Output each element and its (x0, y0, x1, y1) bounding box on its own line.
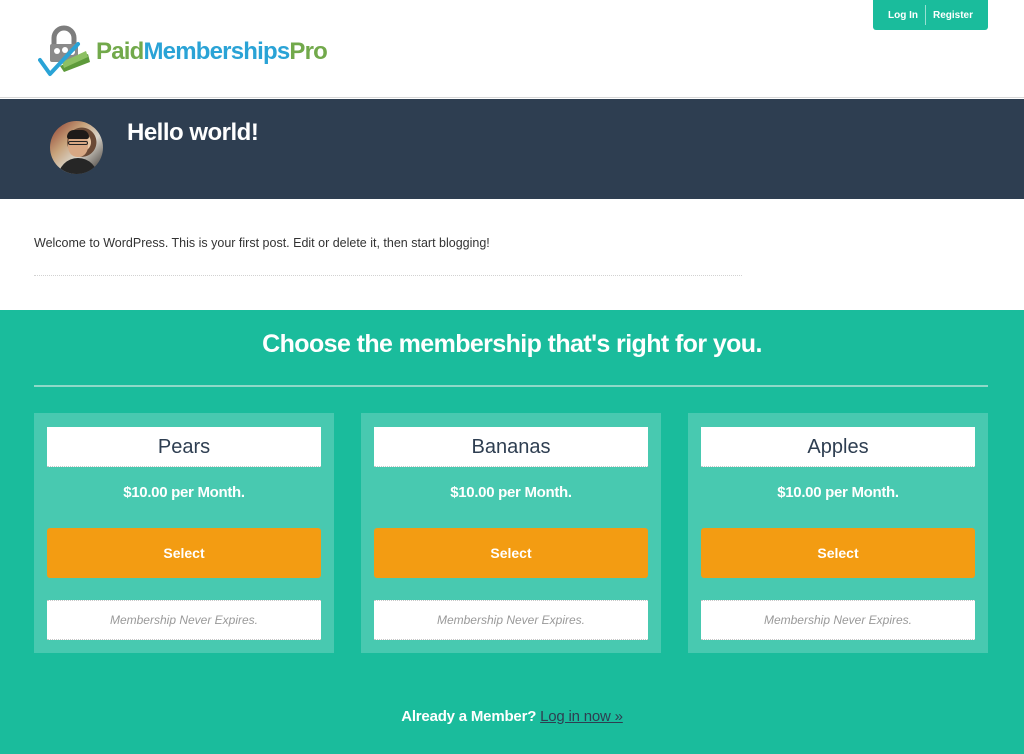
level-card-pears: Pears $10.00 per Month. Select Membershi… (34, 413, 334, 653)
site-header: PaidMembershipsPro Log In Register (0, 0, 1024, 98)
level-name: Bananas (374, 427, 648, 467)
level-price: $10.00 per Month. (123, 484, 245, 501)
membership-levels-section: Choose the membership that's right for y… (0, 310, 1024, 754)
logo-text-paid: Paid (96, 38, 144, 65)
author-avatar (50, 121, 103, 174)
member-login-prompt: Already a Member? Log in now » (0, 708, 1024, 725)
logo-text-pro: Pro (289, 38, 328, 65)
level-expiration: Membership Never Expires. (701, 600, 975, 640)
level-price: $10.00 per Month. (777, 484, 899, 501)
logo-text-memberships: Memberships (143, 38, 290, 65)
level-name: Pears (47, 427, 321, 467)
already-member-text: Already a Member? (401, 708, 537, 725)
login-link[interactable]: Log In (881, 10, 925, 21)
select-bananas-button[interactable]: Select (374, 528, 648, 578)
levels-divider (34, 385, 988, 387)
post-title: Hello world! (127, 119, 259, 146)
login-now-link[interactable]: Log in now » (540, 708, 623, 725)
level-card-apples: Apples $10.00 per Month. Select Membersh… (688, 413, 988, 653)
register-link[interactable]: Register (926, 10, 980, 21)
site-logo[interactable]: PaidMembershipsPro (38, 24, 328, 78)
post-divider (34, 275, 742, 276)
post-content: Welcome to WordPress. This is your first… (34, 236, 490, 250)
select-apples-button[interactable]: Select (701, 528, 975, 578)
account-nav: Log In Register (873, 0, 988, 30)
logo-text: PaidMembershipsPro (96, 38, 328, 66)
post-header-banner: Hello world! (0, 99, 1024, 199)
levels-heading: Choose the membership that's right for y… (262, 330, 762, 358)
level-expiration: Membership Never Expires. (374, 600, 648, 640)
select-pears-button[interactable]: Select (47, 528, 321, 578)
lock-members-check-icon (38, 25, 90, 76)
level-card-bananas: Bananas $10.00 per Month. Select Members… (361, 413, 661, 653)
level-price: $10.00 per Month. (450, 484, 572, 501)
level-name: Apples (701, 427, 975, 467)
level-expiration: Membership Never Expires. (47, 600, 321, 640)
